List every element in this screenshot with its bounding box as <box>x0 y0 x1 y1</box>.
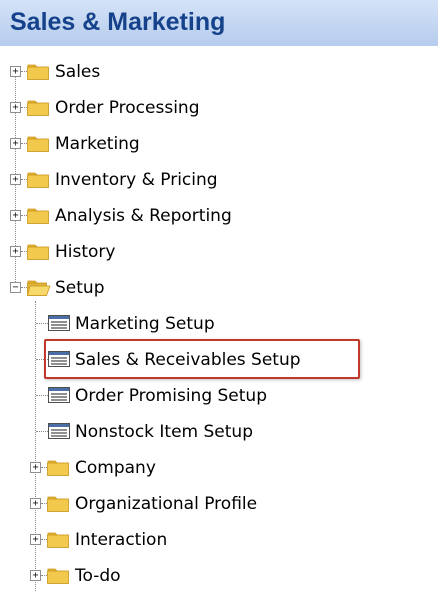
form-icon <box>48 387 70 403</box>
tree-node-label[interactable]: Marketing Setup <box>75 313 215 335</box>
tree-node-label[interactable]: Sales <box>55 61 100 83</box>
expand-toggle[interactable]: + <box>10 174 21 185</box>
tree-node-label[interactable]: Company <box>75 457 156 479</box>
tree-node-label[interactable]: Organizational Profile <box>75 493 257 515</box>
folder-closed-icon <box>47 460 69 476</box>
folder-closed-icon <box>27 208 49 224</box>
folder-closed-icon <box>47 532 69 548</box>
folder-closed-icon <box>27 136 49 152</box>
panel-header: Sales & Marketing <box>0 0 438 46</box>
tree-node-label[interactable]: Analysis & Reporting <box>55 205 232 227</box>
navigation-tree: + Sales + Order Processing + Marketing + <box>0 52 438 591</box>
tree-connector <box>36 323 48 324</box>
header-title: Sales & Marketing <box>10 8 226 36</box>
tree-node-label[interactable]: Inventory & Pricing <box>55 169 218 191</box>
tree-node-label[interactable]: History <box>55 241 115 263</box>
folder-closed-icon <box>47 496 69 512</box>
expand-toggle[interactable]: + <box>10 138 21 149</box>
form-icon <box>48 315 70 331</box>
folder-closed-icon <box>27 172 49 188</box>
tree-node-label[interactable]: Marketing <box>55 133 140 155</box>
folder-closed-icon <box>27 64 49 80</box>
expand-toggle[interactable]: + <box>10 210 21 221</box>
highlight-box <box>44 339 360 379</box>
expand-toggle[interactable]: + <box>30 534 41 545</box>
folder-closed-icon <box>27 244 49 260</box>
collapse-toggle[interactable]: − <box>10 282 21 293</box>
expand-toggle[interactable]: + <box>10 102 21 113</box>
expand-toggle[interactable]: + <box>30 462 41 473</box>
expand-toggle[interactable]: + <box>10 66 21 77</box>
tree-node-label[interactable]: Setup <box>55 277 104 299</box>
folder-closed-icon <box>27 100 49 116</box>
tree-node-label[interactable]: Interaction <box>75 529 167 551</box>
form-icon <box>48 423 70 439</box>
tree-connector <box>35 301 36 591</box>
tree-node-label[interactable]: To-do <box>75 565 121 587</box>
tree-connector <box>36 395 48 396</box>
tree-node-label[interactable]: Order Promising Setup <box>75 385 267 407</box>
tree-node-label[interactable]: Order Processing <box>55 97 200 119</box>
expand-toggle[interactable]: + <box>10 246 21 257</box>
tree-node-label[interactable]: Nonstock Item Setup <box>75 421 253 443</box>
expand-toggle[interactable]: + <box>30 570 41 581</box>
tree-connector <box>36 431 48 432</box>
folder-closed-icon <box>47 568 69 584</box>
folder-open-icon <box>27 280 51 296</box>
expand-toggle[interactable]: + <box>30 498 41 509</box>
